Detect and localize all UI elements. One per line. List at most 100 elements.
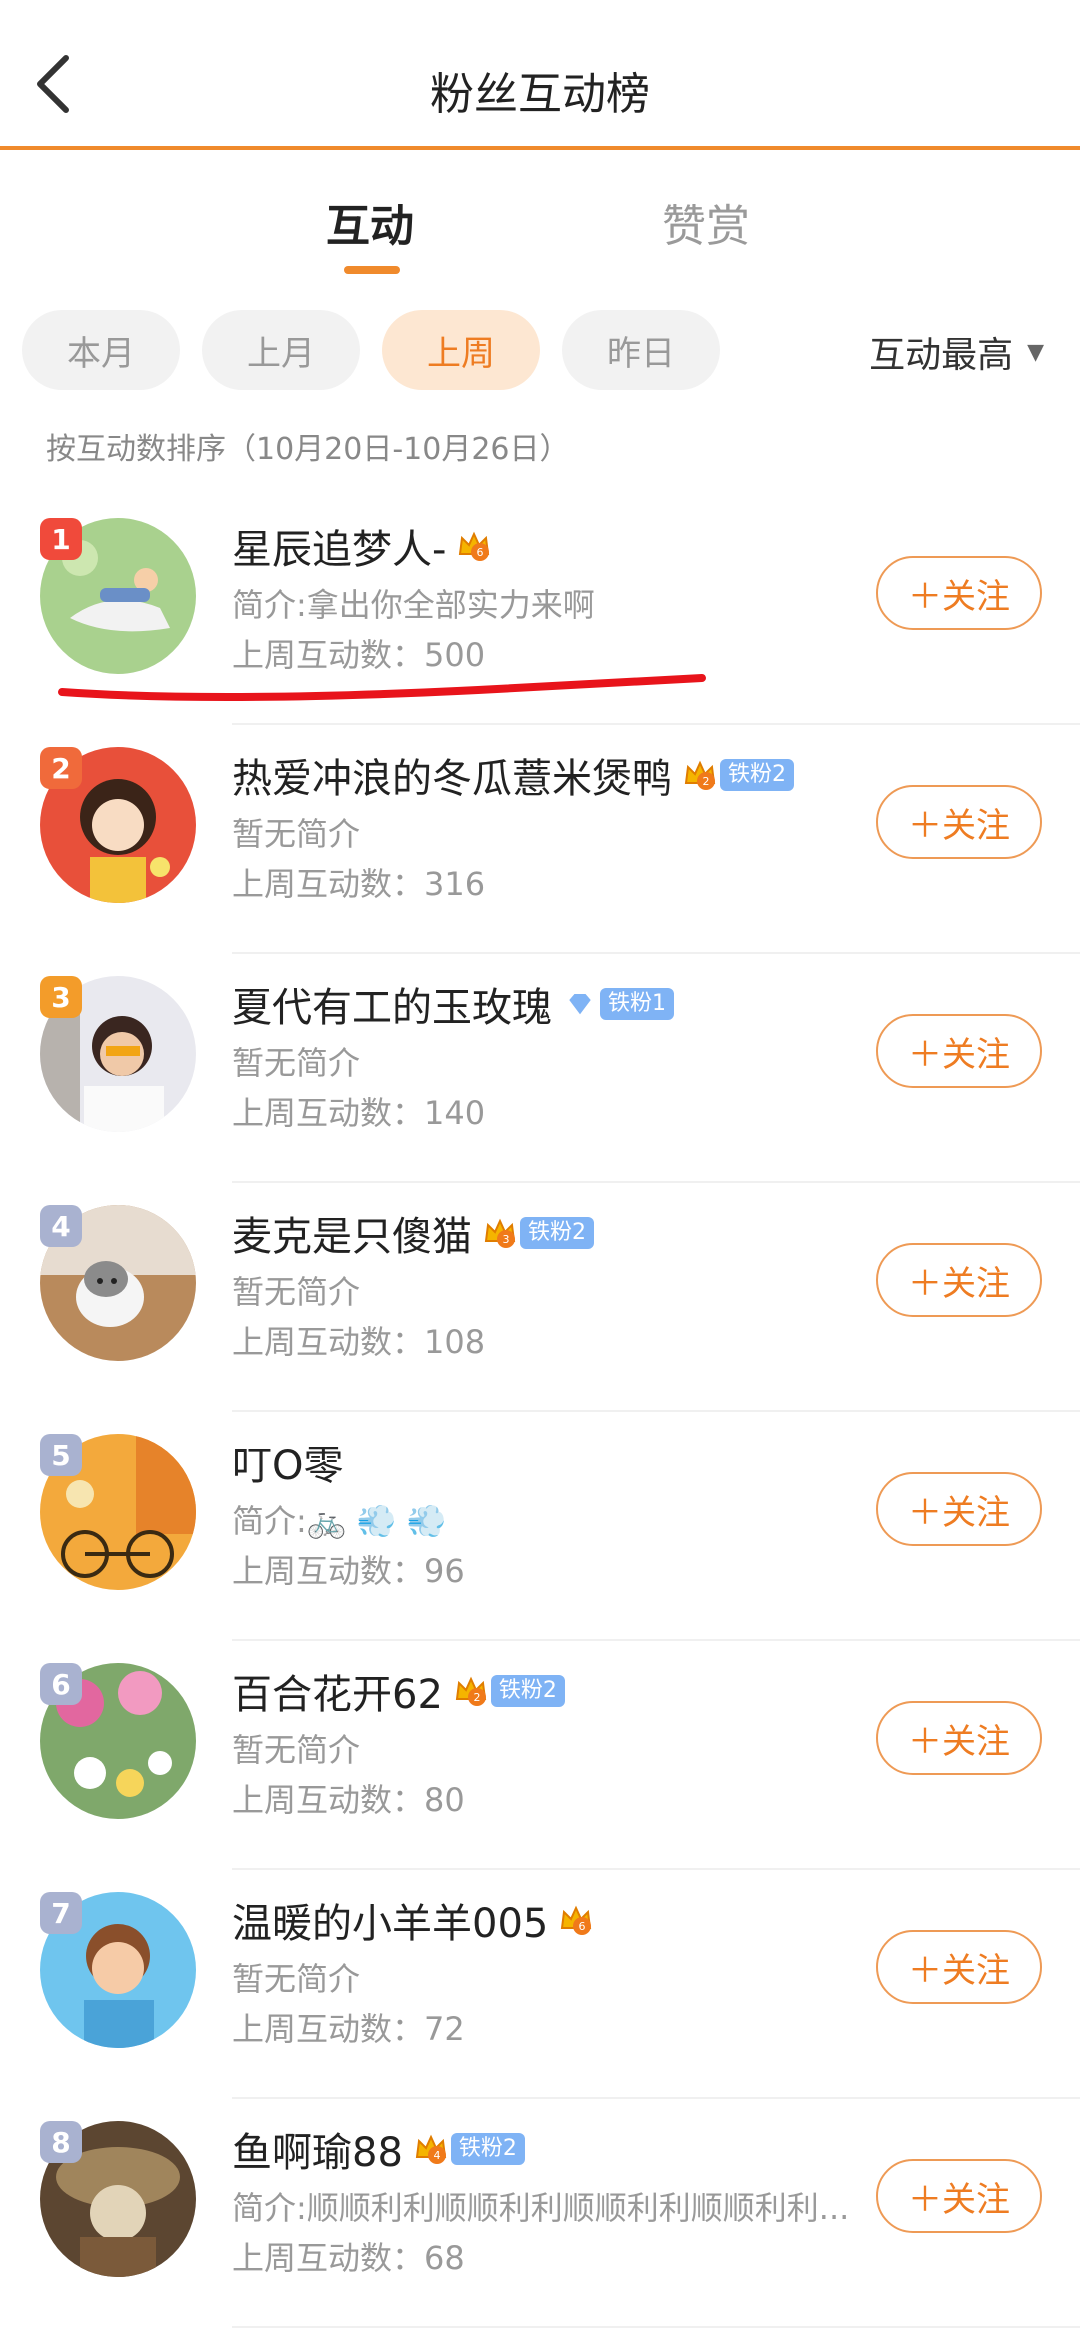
avatar-container[interactable]: 4 [40,1205,196,1361]
diamond-badge-icon [562,986,598,1022]
crown-badge-icon: 3 [482,1215,518,1251]
fan-bio: 暂无简介 [232,1960,361,1998]
red-underline-annotation [58,674,706,702]
row-divider [232,952,1080,954]
fan-name[interactable]: 麦克是只傻猫 [232,1204,472,1262]
rank-badge: 1 [40,518,82,560]
name-line: 百合花开62 2 铁粉2 [232,1663,852,1719]
interaction-count-label: 上周互动数： [232,1323,425,1361]
interaction-count-label: 上周互动数： [232,2239,425,2277]
crown-badge-icon: 2 [453,1673,489,1709]
tab-active-indicator [344,266,400,274]
chip-yesterday[interactable]: 昨日 [562,310,720,390]
avatar-container[interactable]: 5 [40,1434,196,1590]
avatar-container[interactable]: 3 [40,976,196,1132]
fan-bio: 暂无简介 [232,1273,361,1311]
follow-button[interactable]: ＋关注 [876,556,1042,630]
tab-interaction[interactable]: 互动 [326,190,414,254]
follow-button[interactable]: ＋关注 [876,1243,1042,1317]
svg-text:4: 4 [433,2149,440,2162]
fan-list-item[interactable]: 7 温暖的小羊羊005 6 暂无简介 上周互动数：72 ＋关注 [0,1874,1080,2099]
interaction-count-value: 80 [424,1781,465,1819]
interaction-count: 上周互动数：316 [232,859,852,905]
avatar-container[interactable]: 8 [40,2121,196,2277]
rank-badge: 2 [40,747,82,789]
interaction-count-label: 上周互动数： [232,1781,425,1819]
fan-list-item[interactable]: 8 鱼啊瑜88 4 铁粉2 简介:顺顺利利顺顺利利顺顺利利顺顺利利... 上周互… [0,2103,1080,2328]
follow-button[interactable]: ＋关注 [876,1472,1042,1546]
fan-info: 麦克是只傻猫 3 铁粉2 暂无简介 上周互动数：108 [232,1205,852,1363]
svg-text:2: 2 [703,775,710,788]
crown-badge-icon: 6 [456,528,492,564]
rank-badge: 8 [40,2121,82,2163]
row-divider [232,1410,1080,1412]
crown-badge-icon: 6 [558,1902,594,1938]
avatar-container[interactable]: 7 [40,1892,196,2048]
interaction-count-label: 上周互动数： [232,1552,425,1590]
fan-name[interactable]: 百合花开62 [232,1662,443,1720]
avatar-container[interactable]: 2 [40,747,196,903]
fan-name[interactable]: 温暖的小羊羊005 [232,1891,548,1949]
fan-list-item[interactable]: 4 麦克是只傻猫 3 铁粉2 暂无简介 上周互动数：108 ＋关注 [0,1187,1080,1412]
fan-list-item[interactable]: 5 叮O零 简介:🚲 💨 💨 上周互动数：96 ＋关注 [0,1416,1080,1641]
sort-dropdown[interactable]: 互动最高 ▼ [869,326,1044,378]
chip-last-week[interactable]: 上周 [382,310,540,390]
crown-badge-icon: 2 [682,757,718,793]
fan-info: 热爱冲浪的冬瓜薏米煲鸭 2 铁粉2 暂无简介 上周互动数：316 [232,747,852,905]
svg-text:2: 2 [473,1691,480,1704]
interaction-count: 上周互动数：72 [232,2004,852,2050]
follow-button[interactable]: ＋关注 [876,2159,1042,2233]
interaction-count: 上周互动数：108 [232,1317,852,1363]
fan-level-badge: 铁粉1 [600,988,674,1020]
fan-bio: 简介:拿出你全部实力来啊 [232,586,595,624]
period-filter: 本月 上月 上周 昨日 互动最高 ▼ [0,310,1080,390]
tab-reward[interactable]: 赞赏 [662,190,750,254]
svg-text:6: 6 [579,1920,586,1933]
follow-button[interactable]: ＋关注 [876,1014,1042,1088]
name-line: 鱼啊瑜88 4 铁粉2 [232,2121,852,2177]
name-line: 温暖的小羊羊005 6 [232,1892,852,1948]
fan-bio: 暂无简介 [232,1044,361,1082]
sort-label: 互动最高 [869,335,1014,376]
interaction-count-label: 上周互动数： [232,1094,425,1132]
svg-text:6: 6 [477,546,484,559]
chip-last-month[interactable]: 上月 [202,310,360,390]
chip-this-month[interactable]: 本月 [22,310,180,390]
fan-name[interactable]: 叮O零 [232,1433,343,1491]
fan-info: 星辰追梦人- 6 简介:拿出你全部实力来啊 上周互动数：500 [232,518,852,676]
interaction-count-value: 72 [424,2010,465,2048]
name-line: 叮O零 [232,1434,852,1490]
fan-name[interactable]: 热爱冲浪的冬瓜薏米煲鸭 [232,746,672,804]
fan-list-item[interactable]: 6 百合花开62 2 铁粉2 暂无简介 上周互动数：80 ＋关注 [0,1645,1080,1870]
crown-badge-icon: 4 [413,2131,449,2167]
rank-badge: 3 [40,976,82,1018]
row-divider [232,1181,1080,1183]
avatar-container[interactable]: 6 [40,1663,196,1819]
row-divider [232,723,1080,725]
interaction-count-label: 上周互动数： [232,865,425,903]
interaction-count: 上周互动数：140 [232,1088,852,1134]
fan-list-item[interactable]: 2 热爱冲浪的冬瓜薏米煲鸭 2 铁粉2 暂无简介 上周互动数：316 ＋关注 [0,729,1080,954]
tab-bar: 互动 赞赏 [0,190,1080,280]
triangle-down-icon: ▼ [1027,339,1044,365]
page-title: 粉丝互动榜 [430,69,650,120]
avatar-container[interactable]: 1 [40,518,196,674]
fan-info: 百合花开62 2 铁粉2 暂无简介 上周互动数：80 [232,1663,852,1821]
interaction-count-value: 316 [424,865,486,903]
row-divider [232,2097,1080,2099]
fan-bio: 暂无简介 [232,1731,361,1769]
fan-info: 叮O零 简介:🚲 💨 💨 上周互动数：96 [232,1434,852,1592]
interaction-count: 上周互动数：80 [232,1775,852,1821]
follow-button[interactable]: ＋关注 [876,1930,1042,2004]
fan-name[interactable]: 星辰追梦人- [232,517,446,575]
fan-name[interactable]: 夏代有工的玉玫瑰 [232,975,552,1033]
fan-list-item[interactable]: 3 夏代有工的玉玫瑰 铁粉1 暂无简介 上周互动数：140 ＋关注 [0,958,1080,1183]
rank-badge: 6 [40,1663,82,1705]
follow-button[interactable]: ＋关注 [876,785,1042,859]
fan-name[interactable]: 鱼啊瑜88 [232,2120,403,2178]
fan-bio: 简介:🚲 💨 💨 [232,1502,447,1540]
fan-info: 温暖的小羊羊005 6 暂无简介 上周互动数：72 [232,1892,852,2050]
header-divider [0,146,1080,150]
interaction-count-value: 140 [424,1094,486,1132]
follow-button[interactable]: ＋关注 [876,1701,1042,1775]
